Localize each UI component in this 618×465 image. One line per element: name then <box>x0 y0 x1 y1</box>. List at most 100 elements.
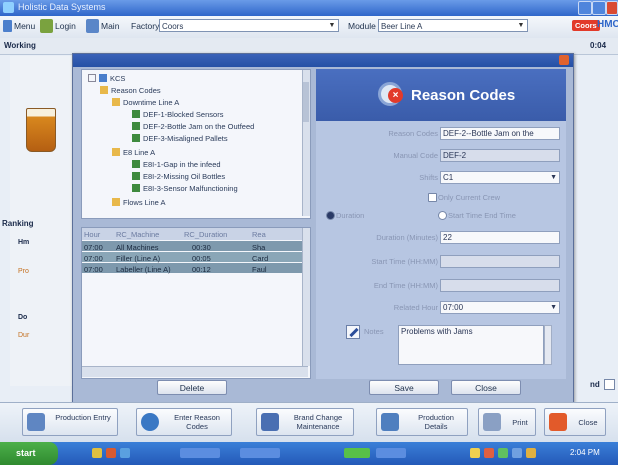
menu-icon[interactable] <box>3 20 12 32</box>
tree-node[interactable]: E8I-2-Missing Oil Bottles <box>132 172 225 181</box>
taskbar-app-button[interactable] <box>376 448 406 458</box>
manual-code-field[interactable]: DEF-2 <box>440 149 560 162</box>
quick-launch-icon[interactable] <box>92 448 102 458</box>
notes-scrollbar[interactable] <box>544 325 552 365</box>
dialog-close-icon[interactable] <box>559 55 569 65</box>
os-taskbar: start 2:04 PM <box>0 442 618 465</box>
print-button[interactable]: Print <box>478 408 536 436</box>
quick-launch-icon[interactable] <box>120 448 130 458</box>
system-tray-icon[interactable] <box>526 448 536 458</box>
main-icon[interactable] <box>86 19 99 33</box>
pencil-stroke <box>349 327 359 338</box>
system-tray-icon[interactable] <box>512 448 522 458</box>
bg-label-3: Do <box>18 314 28 321</box>
leaf-icon <box>132 110 140 118</box>
enter-reason-codes-button[interactable]: Enter Reason Codes <box>136 408 232 436</box>
grid-scrollbar[interactable] <box>302 228 310 366</box>
notes-label: Notes <box>364 327 384 336</box>
minimize-button[interactable] <box>578 1 592 15</box>
login-button[interactable]: Login <box>55 21 76 31</box>
tree-node[interactable]: Downtime Line A <box>112 98 179 107</box>
end-time-label: End Time (HH:MM) <box>373 281 438 290</box>
delete-button[interactable]: Delete <box>157 380 227 395</box>
restore-button[interactable] <box>592 1 606 15</box>
tree-node[interactable]: Flows Line A <box>112 198 166 207</box>
folder-icon <box>112 148 120 156</box>
side-checkbox[interactable] <box>604 379 615 390</box>
quick-launch-icon[interactable] <box>106 448 116 458</box>
shifts-select[interactable]: C1 ▼ <box>440 171 560 184</box>
close-app-button[interactable]: Close <box>544 408 606 436</box>
tree-scrollbar[interactable] <box>302 70 310 216</box>
col-header[interactable]: Rea <box>252 230 266 239</box>
start-time-label: Start Time (HH:MM) <box>371 257 438 266</box>
notes-pencil-icon <box>346 325 360 339</box>
tree-node[interactable]: Reason Codes <box>100 86 161 95</box>
shifts-label: Shifts <box>419 173 438 182</box>
tree-node[interactable]: E8 Line A <box>112 148 155 157</box>
tree-node[interactable]: DEF-3-Misaligned Pallets <box>132 134 228 143</box>
reason-codes-dialog: KCS Reason Codes Downtime Line A DEF-1-B… <box>72 53 574 403</box>
chevron-down-icon[interactable]: ▼ <box>550 302 557 313</box>
app-icon <box>3 2 14 13</box>
tree-node[interactable]: KCS <box>88 74 125 83</box>
bg-label-2: Pro <box>18 268 29 275</box>
clipboard-icon <box>27 413 45 431</box>
menu-button[interactable]: Menu <box>14 21 35 31</box>
taskbar-app-button[interactable] <box>344 448 370 458</box>
chevron-down-icon[interactable]: ▼ <box>550 172 557 183</box>
clock: 2:04 PM <box>570 448 600 457</box>
tree-node[interactable]: E8I-1-Gap in the infeed <box>132 160 221 169</box>
background-panel: Ranking Hm Pro Do Dur <box>2 56 72 386</box>
col-header[interactable]: Hour <box>84 230 100 239</box>
start-time-field[interactable] <box>440 255 560 268</box>
duration-minutes-field[interactable]: 22 <box>440 231 560 244</box>
production-details-button[interactable]: Production Details <box>376 408 468 436</box>
grid-hscrollbar[interactable] <box>82 366 308 377</box>
grid-header: Hour RC_Machine RC_Duration Rea <box>82 228 303 240</box>
col-header[interactable]: RC_Machine <box>116 230 159 239</box>
leaf-icon <box>132 134 140 142</box>
production-entry-button[interactable]: Production Entry <box>22 408 118 436</box>
working-text: Working <box>4 41 36 50</box>
app-titlebar: Holistic Data Systems <box>0 0 618 16</box>
duration-radio[interactable] <box>326 211 335 220</box>
scroll-thumb[interactable] <box>303 82 309 122</box>
related-hour-select[interactable]: 07:00 ▼ <box>440 301 560 314</box>
notes-textarea[interactable]: Problems with Jams <box>398 325 544 365</box>
start-button[interactable]: start <box>0 442 58 465</box>
network-icon <box>99 74 107 82</box>
factory-select[interactable]: Coors ▼ <box>159 19 339 32</box>
end-time-field[interactable] <box>440 279 560 292</box>
taskbar-app-button[interactable] <box>240 448 280 458</box>
login-icon[interactable] <box>40 19 53 33</box>
tree-node[interactable]: E8I-3-Sensor Malfunctioning <box>132 184 238 193</box>
gear-icon <box>141 413 159 431</box>
subbar-time: 0:04 <box>590 41 607 50</box>
chevron-down-icon[interactable]: ▼ <box>516 21 526 30</box>
close-button[interactable]: Close <box>451 380 521 395</box>
save-button[interactable]: Save <box>369 380 439 395</box>
system-tray-icon[interactable] <box>498 448 508 458</box>
col-header[interactable]: RC_Duration <box>184 230 227 239</box>
table-row[interactable]: 07:00 Labeller (Line A) 00:12 Faul <box>82 263 303 274</box>
tree-node[interactable]: DEF-2-Bottle Jam on the Outfeed <box>132 122 254 131</box>
expander-icon[interactable] <box>88 74 96 82</box>
close-window-button[interactable] <box>606 1 618 15</box>
main-button[interactable]: Main <box>101 21 119 31</box>
start-end-radio[interactable] <box>438 211 447 220</box>
reason-code-field[interactable]: DEF-2--Bottle Jam on the <box>440 127 560 140</box>
table-row[interactable]: 07:00 All Machines 00:30 Sha <box>82 241 303 252</box>
reason-code-tree[interactable]: KCS Reason Codes Downtime Line A DEF-1-B… <box>81 69 311 219</box>
brand-change-button[interactable]: Brand Change Maintenance <box>256 408 354 436</box>
module-select[interactable]: Beer Line A ▼ <box>378 19 528 32</box>
chevron-down-icon[interactable]: ▼ <box>327 21 337 30</box>
taskbar-app-button[interactable] <box>180 448 220 458</box>
main-toolbar: Menu Login Main Factory Coors ▼ Module B… <box>0 16 618 39</box>
tree-node[interactable]: DEF-1-Blocked Sensors <box>132 110 223 119</box>
system-tray-icon[interactable] <box>484 448 494 458</box>
only-current-checkbox[interactable] <box>428 193 437 202</box>
reason-entries-grid[interactable]: Hour RC_Machine RC_Duration Rea 07:00 Al… <box>81 227 311 379</box>
system-tray-icon[interactable] <box>470 448 480 458</box>
table-row[interactable]: 07:00 Filler (Line A) 00:05 Card <box>82 252 303 263</box>
